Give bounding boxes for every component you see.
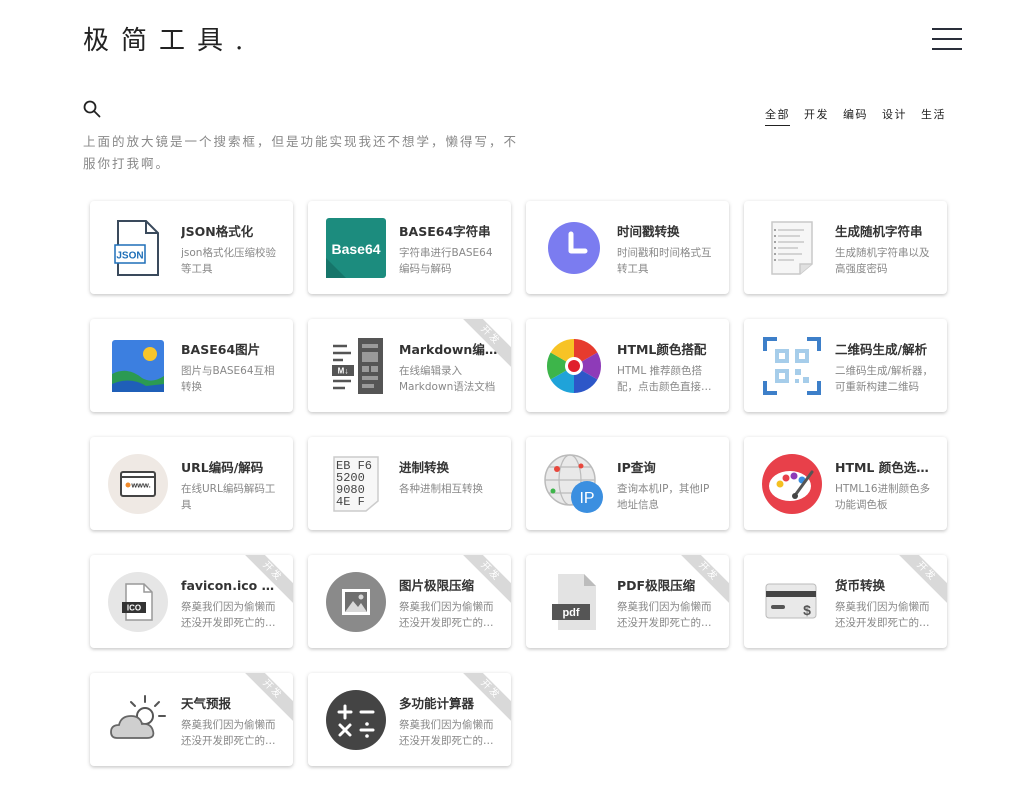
tool-card-image-compress[interactable]: 图片极限压缩 祭奠我们因为偷懒而还没开发即死亡的功能 开发 xyxy=(308,555,511,648)
hex-sheet-icon: EB F6 5200 9080 4E F xyxy=(325,453,387,515)
tool-grid: JSON JSON格式化 json格式化压缩校验等工具 Base64 BASE6… xyxy=(90,201,947,766)
clock-icon xyxy=(543,217,605,279)
tool-card-json[interactable]: JSON JSON格式化 json格式化压缩校验等工具 xyxy=(90,201,293,294)
svg-text:www.: www. xyxy=(130,481,150,490)
ico-file-icon: ICO xyxy=(107,571,169,633)
svg-text:$: $ xyxy=(803,602,811,618)
tool-card-ip-query[interactable]: IP IP查询 查询本机IP，其他IP地址信息 xyxy=(526,437,729,530)
svg-text:4E F: 4E F xyxy=(336,495,365,509)
image-icon xyxy=(107,335,169,397)
tool-card-calculator[interactable]: 多功能计算器 祭奠我们因为偷懒而还没开发即死亡的功能 开发 xyxy=(308,673,511,766)
tool-description: 在线编辑录入Markdown语法文档 xyxy=(399,365,496,393)
search-description: 上面的放大镜是一个搜索框，但是功能实现我还不想学，懒得写，不服你打我啊。 xyxy=(83,134,519,171)
tool-description: 祭奠我们因为偷懒而还没开发即死亡的功能 xyxy=(181,601,276,629)
tool-title: IP查询 xyxy=(617,460,656,475)
tool-card-base64-string[interactable]: Base64 BASE64字符串 字符串进行BASE64编码与解码 xyxy=(308,201,511,294)
picture-icon xyxy=(325,571,387,633)
tool-description: 时间戳和时间格式互转工具 xyxy=(617,247,712,275)
tool-description: json格式化压缩校验等工具 xyxy=(181,247,276,275)
tool-title: URL编码/解码 xyxy=(181,460,264,475)
tool-description: 祭奠我们因为偷懒而还没开发即死亡的功能 xyxy=(181,719,276,747)
tool-card-random-string[interactable]: 生成随机字符串 生成随机字符串以及高强度密码 xyxy=(744,201,947,294)
tool-title: HTML颜色搭配 xyxy=(617,342,707,357)
tool-description: 祭奠我们因为偷懒而还没开发即死亡的功能 xyxy=(399,719,494,747)
tool-title: 时间戳转换 xyxy=(617,224,680,239)
tool-title: 进制转换 xyxy=(399,460,450,475)
filter-life[interactable]: 生活 xyxy=(921,106,946,126)
tool-card-html-color-picker[interactable]: HTML 颜色选择器 HTML16进制颜色多功能调色板 xyxy=(744,437,947,530)
svg-text:JSON: JSON xyxy=(116,251,143,262)
tool-card-favicon[interactable]: ICO favicon.ico 制作 祭奠我们因为偷懒而还没开发即死亡的功能 开… xyxy=(90,555,293,648)
tool-card-timestamp[interactable]: 时间戳转换 时间戳和时间格式互转工具 xyxy=(526,201,729,294)
tool-description: 图片与BASE64互相转换 xyxy=(181,365,275,393)
base64-icon: Base64 xyxy=(325,217,387,279)
tool-title: JSON格式化 xyxy=(181,224,254,239)
color-wheel-icon xyxy=(543,335,605,397)
filter-all[interactable]: 全部 xyxy=(765,106,790,126)
tool-description: 各种进制相互转换 xyxy=(399,483,483,495)
tool-card-url-encode[interactable]: www. URL编码/解码 在线URL编码解码工具 xyxy=(90,437,293,530)
category-filters: 全部 开发 编码 设计 生活 xyxy=(765,106,946,126)
json-file-icon: JSON xyxy=(107,217,169,279)
tool-description: 在线URL编码解码工具 xyxy=(181,483,276,511)
tool-description: HTML16进制颜色多功能调色板 xyxy=(835,483,931,511)
svg-text:ICO: ICO xyxy=(127,604,141,613)
tool-card-markdown[interactable]: M↓ Markdown编辑器 在线编辑录入Markdown语法文档 开发 xyxy=(308,319,511,412)
svg-text:M↓: M↓ xyxy=(338,367,349,376)
svg-text:pdf: pdf xyxy=(562,607,579,619)
site-logo[interactable]: 极简工具. xyxy=(83,20,255,57)
pdf-file-icon: pdf xyxy=(543,571,605,633)
filter-encoding[interactable]: 编码 xyxy=(843,106,868,126)
search-icon[interactable] xyxy=(83,100,101,118)
tool-description: 祭奠我们因为偷懒而还没开发即死亡的功能 xyxy=(617,601,712,629)
calculator-icon xyxy=(325,689,387,751)
svg-text:Base64: Base64 xyxy=(331,241,380,257)
ip-globe-icon: IP xyxy=(543,453,605,515)
tool-description: 二维码生成/解析器，可重新构建二维码 xyxy=(835,365,934,393)
weather-cloud-icon xyxy=(107,689,169,751)
document-icon xyxy=(761,217,823,279)
tool-title: 二维码生成/解析 xyxy=(835,342,928,357)
svg-text:IP: IP xyxy=(579,490,594,507)
tool-title: HTML 颜色选择器 xyxy=(835,460,939,475)
tool-title: 生成随机字符串 xyxy=(835,224,923,239)
credit-card-icon: $ xyxy=(761,571,823,633)
tool-description: 生成随机字符串以及高强度密码 xyxy=(835,247,930,275)
markdown-icon: M↓ xyxy=(325,335,387,397)
filter-dev[interactable]: 开发 xyxy=(804,106,829,126)
palette-icon xyxy=(761,453,823,515)
tool-description: 祭奠我们因为偷懒而还没开发即死亡的功能 xyxy=(399,601,494,629)
browser-www-icon: www. xyxy=(107,453,169,515)
hamburger-menu-icon[interactable] xyxy=(932,28,962,52)
tool-description: HTML 推荐颜色搭配，点击颜色直接复制 xyxy=(617,365,712,393)
tool-card-radix[interactable]: EB F6 5200 9080 4E F 进制转换 各种进制相互转换 xyxy=(308,437,511,530)
qr-code-icon xyxy=(761,335,823,397)
tool-description: 查询本机IP，其他IP地址信息 xyxy=(617,483,710,511)
tool-card-pdf-compress[interactable]: pdf PDF极限压缩 祭奠我们因为偷懒而还没开发即死亡的功能 开发 xyxy=(526,555,729,648)
tool-title: BASE64图片 xyxy=(181,342,261,357)
tool-description: 字符串进行BASE64编码与解码 xyxy=(399,247,493,275)
tool-card-weather[interactable]: 天气预报 祭奠我们因为偷懒而还没开发即死亡的功能 开发 xyxy=(90,673,293,766)
tool-card-html-color-match[interactable]: HTML颜色搭配 HTML 推荐颜色搭配，点击颜色直接复制 xyxy=(526,319,729,412)
tool-description: 祭奠我们因为偷懒而还没开发即死亡的功能 xyxy=(835,601,930,629)
tool-title: BASE64字符串 xyxy=(399,224,491,239)
tool-card-base64-image[interactable]: BASE64图片 图片与BASE64互相转换 xyxy=(90,319,293,412)
tool-card-currency[interactable]: $ 货币转换 祭奠我们因为偷懒而还没开发即死亡的功能 开发 xyxy=(744,555,947,648)
filter-design[interactable]: 设计 xyxy=(882,106,907,126)
tool-card-qr-code[interactable]: 二维码生成/解析 二维码生成/解析器，可重新构建二维码 xyxy=(744,319,947,412)
